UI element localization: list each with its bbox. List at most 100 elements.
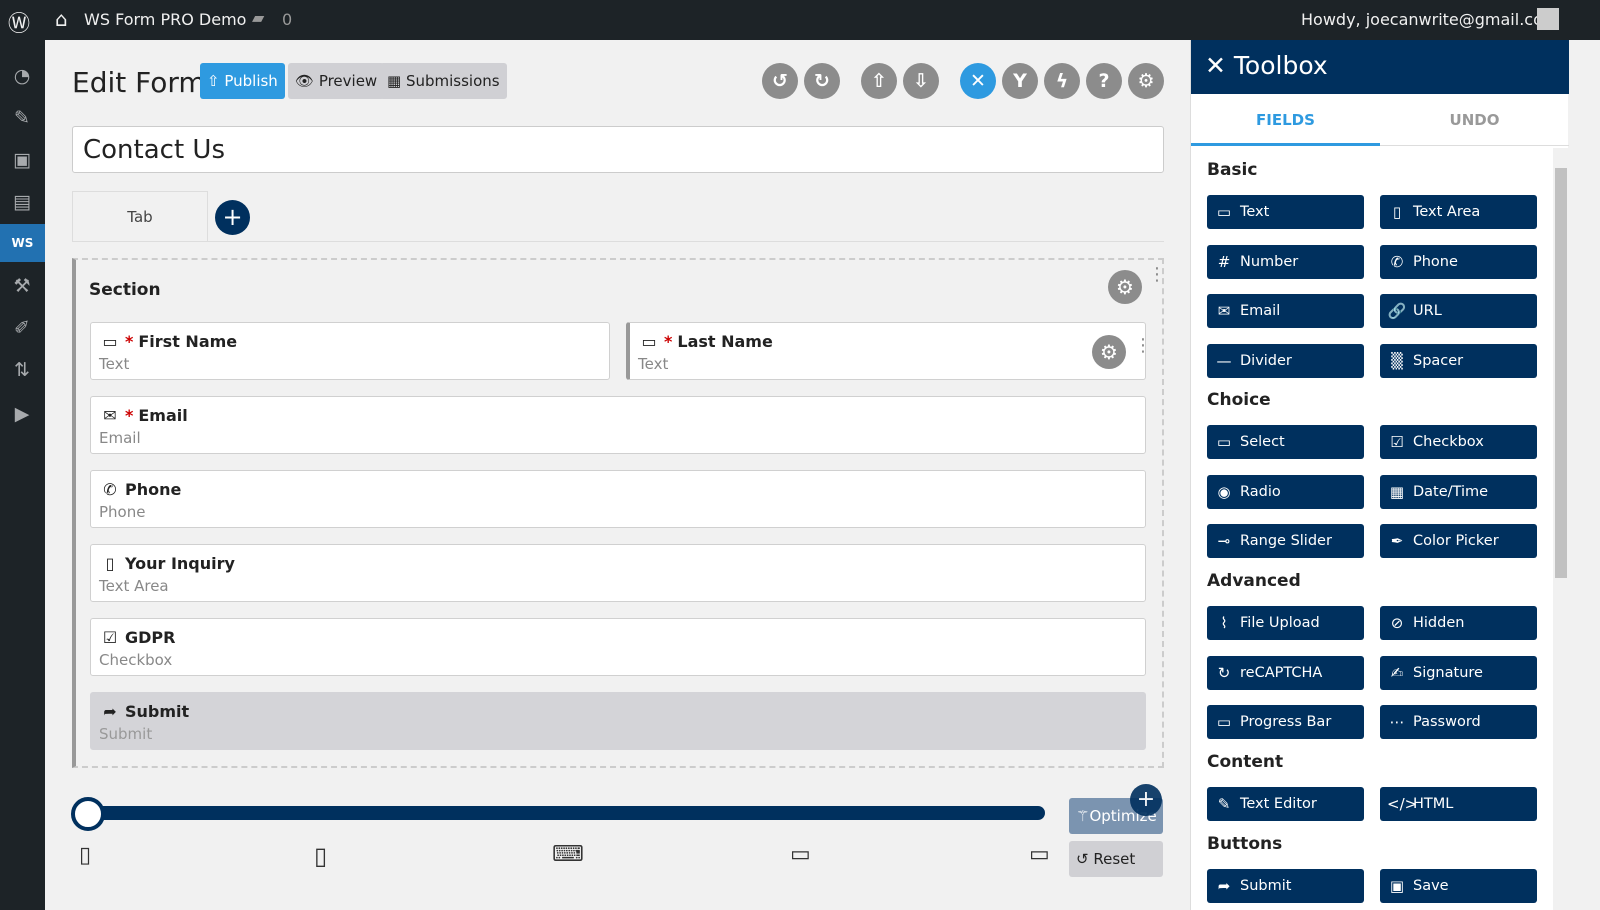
- field-gear-icon[interactable]: ⚙: [1092, 335, 1126, 369]
- toolbox-scrollbar[interactable]: [1553, 148, 1569, 910]
- add-tab-button[interactable]: +: [215, 200, 250, 235]
- field-phone[interactable]: ✆ Phone Phone: [90, 470, 1146, 528]
- toolbox-item-select[interactable]: ▭ Select: [1207, 425, 1364, 459]
- toolbox-group-heading: Buttons: [1207, 834, 1283, 854]
- comment-count[interactable]: 0: [282, 10, 292, 29]
- section-drag-handle-icon[interactable]: ⋮: [1148, 266, 1166, 284]
- breakpoint-slider-track[interactable]: [88, 806, 1045, 820]
- toolbox-item-recaptcha[interactable]: ↻ reCAPTCHA: [1207, 655, 1364, 690]
- large-desktop-icon[interactable]: ▭: [1029, 842, 1050, 867]
- toolbox-group-heading: Content: [1207, 752, 1284, 772]
- tab-fields[interactable]: FIELDS: [1191, 94, 1380, 146]
- avatar[interactable]: [1537, 8, 1559, 30]
- file-upload-icon: ⌇: [1220, 614, 1228, 632]
- admin-sidebar: ◔ ✎ ▣ ▤ WS ⚒ ✐ ⇅ ▶: [0, 40, 45, 910]
- home-icon[interactable]: ⌂: [55, 7, 68, 31]
- howdy-link[interactable]: Howdy, joecanwrite@gmail.com: [1301, 10, 1558, 29]
- field-email[interactable]: ✉ * Email Email: [90, 396, 1146, 454]
- toolbox-item-text-area[interactable]: ▯ Text Area: [1380, 195, 1537, 229]
- magic-wand-icon: ⚚: [1076, 807, 1090, 825]
- text-field-icon: ▭: [641, 332, 657, 351]
- plugins-icon[interactable]: ⚒: [10, 274, 34, 298]
- toolbox-item-phone[interactable]: ✆ Phone: [1380, 244, 1537, 279]
- laptop-icon[interactable]: ⌨: [552, 842, 584, 867]
- toolbox-item-signature[interactable]: ✍ Signature: [1380, 655, 1537, 690]
- help-icon[interactable]: ?: [1086, 63, 1122, 99]
- section-gear-icon[interactable]: ⚙: [1108, 270, 1142, 304]
- field-submit[interactable]: ➦ Submit Submit: [90, 692, 1146, 750]
- toolbox-item-url[interactable]: 🔗 URL: [1380, 294, 1537, 328]
- radio-icon: ◉: [1217, 482, 1231, 501]
- media-icon[interactable]: ▣: [10, 148, 34, 172]
- toolbox-item-email[interactable]: ✉ Email: [1207, 294, 1364, 328]
- reset-button[interactable]: ↺ Reset: [1069, 841, 1163, 877]
- toolbox-item-number[interactable]: # Number: [1207, 244, 1364, 279]
- number-icon: #: [1217, 252, 1231, 271]
- envelope-icon: ✉: [103, 406, 117, 425]
- gear-icon[interactable]: ⚙: [1128, 63, 1164, 99]
- undo-icon[interactable]: ↺: [762, 63, 798, 99]
- play-icon[interactable]: ▶: [10, 402, 34, 426]
- field-gdpr[interactable]: ☑ GDPR Checkbox: [90, 618, 1146, 676]
- preview-button[interactable]: 👁 Preview: [288, 63, 385, 99]
- text-editor-icon: ✎: [1217, 795, 1231, 813]
- field-last-name[interactable]: ▭ * Last Name Text ⚙ ⋮: [626, 322, 1152, 380]
- toolbox-item-html[interactable]: </> HTML: [1380, 787, 1537, 821]
- toolbox-group-heading: Advanced: [1207, 571, 1301, 591]
- progress-bar-icon: ▭: [1216, 713, 1232, 731]
- field-first-name[interactable]: ▭ * First Name Text: [90, 322, 610, 380]
- wordpress-logo-icon[interactable]: Ⓦ: [8, 6, 30, 38]
- submissions-button[interactable]: ▦ Submissions: [380, 63, 507, 99]
- admin-bar: Ⓦ ⌂ WS Form PRO Demo ▰ 0 Howdy, joecanwr…: [0, 0, 1600, 40]
- toolbox-item-color-picker[interactable]: ✒ Color Picker: [1380, 524, 1537, 558]
- tools-icon[interactable]: ✕: [960, 63, 996, 99]
- site-name-link[interactable]: WS Form PRO Demo: [84, 10, 246, 29]
- toolbox-item-text[interactable]: ▭ Text: [1207, 195, 1364, 229]
- field-drag-handle-icon[interactable]: ⋮: [1134, 337, 1152, 355]
- phone-icon: ✆: [103, 480, 117, 499]
- pages-icon[interactable]: ▤: [10, 190, 34, 214]
- desktop-icon[interactable]: ▭: [790, 842, 811, 867]
- share-arrow-icon: ➦: [103, 702, 117, 721]
- tab-tab[interactable]: Tab: [72, 191, 208, 242]
- submit-icon: ➦: [1217, 877, 1231, 895]
- fork-icon[interactable]: Y: [1002, 63, 1038, 99]
- download-icon[interactable]: ⇩: [903, 63, 939, 99]
- comment-icon[interactable]: ▰: [252, 8, 264, 27]
- toolbox-item-password[interactable]: ⋯ Password: [1380, 705, 1537, 739]
- add-section-button[interactable]: +: [1130, 784, 1162, 816]
- toolbox-item-submit[interactable]: ➦ Submit: [1207, 869, 1364, 903]
- toolbox-item-save[interactable]: ▣ Save: [1380, 869, 1537, 903]
- toolbox-group-heading: Choice: [1207, 390, 1271, 410]
- pin-icon[interactable]: ✎: [10, 106, 34, 130]
- toolbox-item-date-time[interactable]: ▦ Date/Time: [1380, 474, 1537, 509]
- recaptcha-icon: ↻: [1217, 663, 1231, 682]
- toolbox-item-text-editor[interactable]: ✎ Text Editor: [1207, 787, 1364, 821]
- redo-icon[interactable]: ↻: [804, 63, 840, 99]
- form-name-input[interactable]: Contact Us: [72, 126, 1164, 173]
- toolbox-item-file-upload[interactable]: ⌇ File Upload: [1207, 606, 1364, 640]
- tablet-icon[interactable]: ▯: [314, 842, 327, 870]
- toolbox-header: ✕ Toolbox: [1191, 40, 1569, 94]
- mobile-icon[interactable]: ▯: [79, 843, 91, 868]
- toolbox-item-progress-bar[interactable]: ▭ Progress Bar: [1207, 705, 1364, 739]
- settings-icon[interactable]: ⇅: [10, 358, 34, 382]
- toolbox-item-hidden[interactable]: ⊘ Hidden: [1380, 606, 1537, 640]
- text-area-icon: ▯: [1392, 203, 1402, 221]
- toolbox-item-radio[interactable]: ◉ Radio: [1207, 474, 1364, 509]
- breakpoint-slider-handle[interactable]: [71, 797, 105, 831]
- bolt-icon[interactable]: ϟ: [1044, 63, 1080, 99]
- select-icon: ▭: [1216, 433, 1232, 451]
- field-your-inquiry[interactable]: ▯ Your Inquiry Text Area: [90, 544, 1146, 602]
- publish-button[interactable]: ⇧ Publish: [200, 63, 285, 99]
- ws-form-menu[interactable]: WS: [0, 224, 45, 262]
- tab-undo[interactable]: UNDO: [1380, 94, 1569, 146]
- toolbox-item-divider[interactable]: — Divider: [1207, 343, 1364, 378]
- upload-icon[interactable]: ⇧: [861, 63, 897, 99]
- tools-icon[interactable]: ✐: [10, 316, 34, 340]
- dashboard-icon[interactable]: ◔: [10, 64, 34, 88]
- publish-icon: ⇧: [207, 72, 225, 90]
- toolbox-item-spacer[interactable]: ▒ Spacer: [1380, 343, 1537, 378]
- toolbox-item-checkbox[interactable]: ☑ Checkbox: [1380, 425, 1537, 459]
- toolbox-item-range-slider[interactable]: ⊸ Range Slider: [1207, 524, 1364, 558]
